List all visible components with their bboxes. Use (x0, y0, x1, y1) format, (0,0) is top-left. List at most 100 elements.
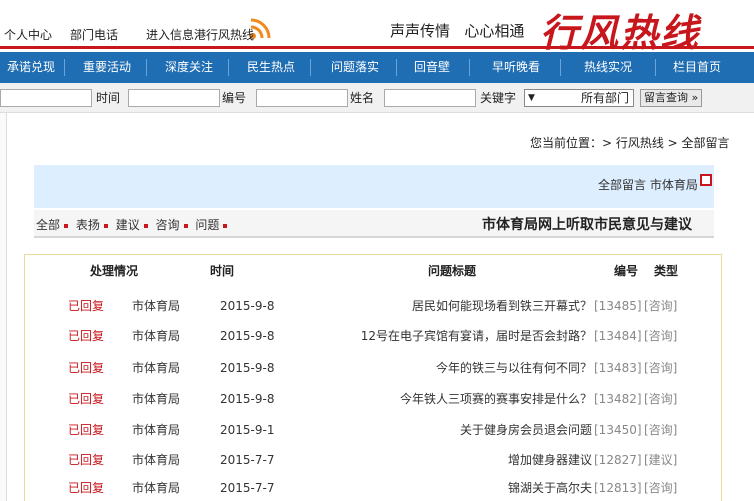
row-id: [12827] (594, 453, 642, 467)
id-label: 编号 (222, 91, 247, 105)
id-input[interactable] (128, 89, 220, 107)
table-row[interactable]: [咨询] [13484] 12号在电子宾馆有宴请，届时是否会封路？ 2015-9… (24, 326, 722, 346)
row-type: [咨询] (644, 392, 678, 406)
nav-separator (396, 59, 397, 76)
row-title-link[interactable]: 今年的铁三与以往有何不同？ (404, 358, 592, 378)
header-divider (0, 46, 754, 49)
nav-separator (146, 59, 147, 76)
row-type: [咨询] (644, 481, 678, 495)
main-nav: 栏目首页 热线实况 早听晚看 回音壁 问题落实 民生热点 深度关注 重要活动 承… (0, 52, 754, 83)
row-title-link[interactable]: 锦湖关于高尔夫 (474, 478, 592, 498)
row-dept: 市体育局 (132, 361, 181, 375)
nav-promise[interactable]: 承诺兑现 (0, 52, 62, 83)
type-filters: 全部 表扬 建议 咨询 问题 (36, 216, 231, 233)
row-date: 2015-9-8 (220, 299, 275, 313)
keyword-input[interactable] (384, 89, 476, 107)
nav-separator (560, 59, 561, 76)
col-header-title: 问题标题 (428, 264, 477, 278)
nav-separator (469, 59, 470, 76)
notice-link[interactable]: 进入信息港行风热线 (146, 26, 254, 43)
filter-consult[interactable]: 咨询 (156, 218, 180, 232)
row-status: 已回复 (68, 392, 105, 406)
bullet-icon (103, 223, 108, 228)
message-query-button[interactable]: 留言查询 » (640, 89, 703, 107)
row-id: [13482] (594, 392, 642, 406)
nav-separator (310, 59, 311, 76)
time-label: 时间 (96, 91, 121, 105)
section-title: 市体育局网上听取市民意见与建议 (482, 217, 692, 233)
row-type: [咨询] (644, 329, 678, 343)
table-row[interactable]: [咨询] [13450] 关于健身房会员退会问题 2015-9-1 市体育局 已… (24, 420, 722, 440)
dept-name[interactable]: 市体育局 (650, 178, 698, 192)
bullet-icon (223, 223, 228, 228)
bullet-icon (64, 223, 69, 228)
row-status: 已回复 (68, 423, 105, 437)
row-title-link[interactable]: 增加健身器建议 (464, 450, 592, 470)
row-id: [13485] (594, 299, 642, 313)
nav-separator (228, 59, 229, 76)
row-dept: 市体育局 (132, 392, 181, 406)
dept-select[interactable]: 所有部门 ▼ (524, 89, 634, 107)
nav-implement[interactable]: 问题落实 (318, 52, 392, 83)
row-status: 已回复 (68, 453, 105, 467)
name-input[interactable] (256, 89, 348, 107)
col-header-time: 时间 (210, 264, 235, 278)
slogan: 声声传情 心心相通 (390, 20, 524, 41)
chevron-down-icon: ▼ (528, 93, 535, 103)
nav-home[interactable]: 栏目首页 (662, 52, 732, 83)
filter-problem[interactable]: 问题 (195, 218, 219, 232)
row-date: 2015-9-8 (220, 329, 275, 343)
nav-hotspot[interactable]: 民生热点 (236, 52, 306, 83)
row-type: [咨询] (644, 299, 678, 313)
row-title-link[interactable]: 12号在电子宾馆有宴请，届时是否会封路？ (324, 326, 592, 346)
row-status: 已回复 (68, 329, 105, 343)
row-dept: 市体育局 (132, 329, 181, 343)
table-row[interactable]: [建议] [12827] 增加健身器建议 2015-7-7 市体育局 已回复 (24, 450, 722, 470)
row-title-link[interactable]: 今年铁人三项赛的赛事安排是什么？ (364, 389, 592, 409)
row-date: 2015-9-8 (220, 361, 275, 375)
square-icon (700, 174, 712, 186)
row-status: 已回复 (68, 361, 105, 375)
row-title-link[interactable]: 关于健身房会员退会问题 (424, 420, 592, 440)
row-date: 2015-9-8 (220, 392, 275, 406)
search-bar: 留言查询 » 所有部门 ▼ 关键字 姓名 编号 时间 (0, 83, 754, 113)
name-label: 姓名 (350, 91, 375, 105)
dept-phone-link[interactable]: 部门电话 (70, 26, 118, 43)
user-center-link[interactable]: 个人中心 (4, 26, 52, 43)
breadcrumb: 您当前位置：> 行风热线 > 全部留言 (530, 136, 730, 150)
nav-live[interactable]: 热线实况 (568, 52, 648, 83)
dept-select-value: 所有部门 (580, 91, 629, 105)
table-row[interactable]: [咨询] [13483] 今年的铁三与以往有何不同？ 2015-9-8 市体育局… (24, 358, 722, 378)
row-id: [13450] (594, 423, 642, 437)
keyword-label: 关键字 (480, 91, 517, 105)
all-messages-link[interactable]: 全部留言 (598, 178, 646, 192)
row-dept: 市体育局 (132, 299, 181, 313)
dept-info-text: 全部留言 市体育局 (598, 176, 698, 193)
filter-praise[interactable]: 表扬 (76, 218, 100, 232)
nav-focus[interactable]: 深度关注 (154, 52, 224, 83)
col-header-status: 处理情况 (90, 264, 139, 278)
nav-events[interactable]: 重要活动 (72, 52, 142, 83)
table-row[interactable]: [咨询] [13485] 居民如何能现场看到铁三开幕式？ 2015-9-8 市体… (24, 296, 722, 316)
filter-all[interactable]: 全部 (36, 218, 60, 232)
filter-suggestion[interactable]: 建议 (116, 218, 140, 232)
row-id: [13484] (594, 329, 642, 343)
nav-separator (64, 59, 65, 76)
row-type: [咨询] (644, 361, 678, 375)
row-title-link[interactable]: 居民如何能现场看到铁三开幕式？ (384, 296, 592, 316)
nav-separator (655, 59, 656, 76)
row-date: 2015-7-7 (220, 453, 275, 467)
row-date: 2015-7-7 (220, 481, 275, 495)
row-dept: 市体育局 (132, 453, 181, 467)
table-row[interactable]: [咨询] [13482] 今年铁人三项赛的赛事安排是什么？ 2015-9-8 市… (24, 389, 722, 409)
nav-echo[interactable]: 回音壁 (402, 52, 462, 83)
slogan-part2: 心心相通 (464, 22, 525, 40)
time-input[interactable] (0, 89, 92, 107)
row-id: [12813] (594, 481, 642, 495)
nav-listen[interactable]: 早听晚看 (478, 52, 554, 83)
row-date: 2015-9-1 (220, 423, 275, 437)
table-row[interactable]: [咨询] [12813] 锦湖关于高尔夫 2015-7-7 市体育局 已回复 (24, 478, 722, 498)
row-type: [建议] (644, 453, 678, 467)
row-dept: 市体育局 (132, 423, 181, 437)
col-header-type: 类型 (654, 264, 679, 278)
